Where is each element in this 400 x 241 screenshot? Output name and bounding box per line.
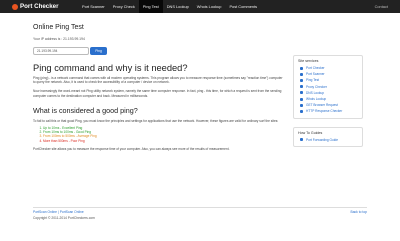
sidebar-item-label: GET Browser Request — [306, 103, 338, 108]
nav-contact-link[interactable]: Contact — [375, 0, 388, 13]
sidebar-item-label: HTTP Response Checker — [306, 109, 343, 114]
sidebar-item-label: Proxy Checker — [306, 84, 327, 89]
http-icon — [300, 109, 303, 113]
paragraph-ping-intro: Ping (ping) - is a network command that … — [33, 76, 283, 85]
check-icon — [300, 66, 303, 70]
guide-icon — [300, 138, 303, 142]
browser-icon — [300, 103, 303, 107]
nav-item-post-comments[interactable]: Post Comments — [225, 0, 261, 13]
sidebar: Site services Port Checker Port Scanner … — [293, 55, 363, 147]
sidebar-item-label: Whois Lookup — [306, 97, 327, 102]
whois-icon — [300, 97, 303, 101]
ping-form: 21.193.99.194 Ping — [33, 47, 285, 55]
ping-button[interactable]: Ping — [90, 47, 107, 55]
sidebar-item-port-forwarding-guide[interactable]: Port Forwarding Guide — [298, 137, 358, 143]
paragraph-portchecker: PortChecker site allows you to measure t… — [33, 146, 230, 151]
nav-item-whois-lookup[interactable]: Whois Lookup — [193, 0, 226, 13]
panel-heading: Site services — [298, 59, 319, 63]
paragraph-ping-meaning: Now increasingly the word-meant not Ping… — [33, 89, 282, 98]
ping-icon — [300, 78, 303, 82]
proxy-icon — [300, 85, 303, 89]
panel-heading: How To Guides — [298, 130, 323, 135]
list-item: More than 500ms - Poor Ping — [43, 139, 285, 143]
dns-icon — [300, 91, 303, 95]
scanner-icon — [300, 72, 303, 76]
top-navbar: Port Checker Port Scanner Proxy Check Pi… — [0, 0, 400, 13]
nav-item-port-scanner[interactable]: Port Scanner — [78, 0, 109, 13]
footer-links[interactable]: PortScan Online | PortScan Online — [33, 210, 84, 214]
nav-item-ping-test[interactable]: Ping Test — [138, 0, 163, 13]
back-to-top-link[interactable]: Back to top — [351, 210, 368, 214]
sidebar-item-label: Port Scanner — [306, 72, 325, 77]
nav-item-dns-lookup[interactable]: DNS Lookup — [163, 0, 193, 13]
footer-copyright: Copyright © 2011-2014 PortCheckers.com — [33, 216, 95, 220]
site-services-panel: Site services Port Checker Port Scanner … — [293, 55, 363, 119]
main-content: Online Ping Test Your IP address is : 21… — [33, 24, 285, 151]
ping-quality-list: Up to 10ms - Excellent Ping From 10ms to… — [33, 126, 285, 143]
ip-address-text: Your IP address is : 21.193.99.194 — [33, 37, 85, 41]
ip-input[interactable]: 21.193.99.194 — [33, 47, 89, 55]
section-heading-good-ping: What is considered a good ping? — [33, 105, 138, 115]
sidebar-item-label: DNS Lookup — [306, 90, 325, 95]
footer-divider — [33, 207, 367, 208]
brand-logo[interactable]: Port Checker — [12, 3, 78, 10]
logo-icon — [12, 3, 18, 10]
brand-name: Port Checker — [20, 3, 59, 10]
sidebar-item-http-response-checker[interactable]: HTTP Response Checker — [298, 108, 358, 114]
section-heading-ping: Ping command and why is it needed? — [33, 63, 188, 73]
how-to-guides-panel: How To Guides Port Forwarding Guide — [293, 126, 363, 147]
page-title: Online Ping Test — [33, 24, 84, 31]
nav-item-proxy-check[interactable]: Proxy Check — [109, 0, 139, 13]
sidebar-item-label: Port Checker — [306, 66, 325, 71]
sidebar-item-label: Port Forwarding Guide — [306, 137, 339, 142]
sidebar-item-label: Ping Test — [306, 78, 320, 83]
paragraph-good-ping: To fail to call this or that good Ping, … — [33, 118, 279, 123]
